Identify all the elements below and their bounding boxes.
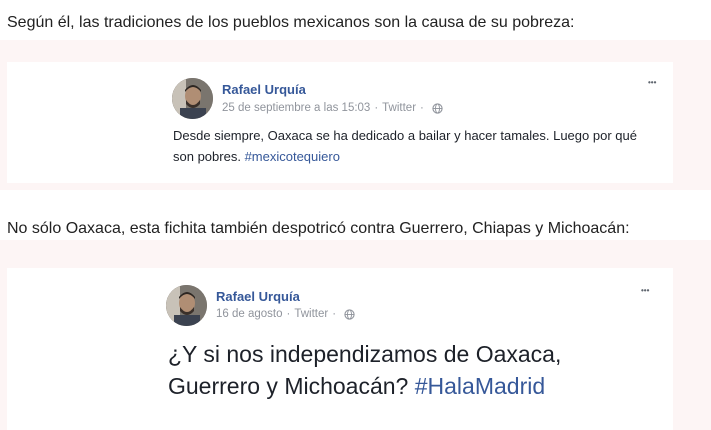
author-name[interactable]: Rafael Urquía [216,289,300,304]
meta-separator: · [332,308,337,320]
avatar-photo [172,78,213,119]
avatar[interactable] [172,78,213,119]
post-date[interactable]: 16 de agosto [216,308,283,320]
more-options-icon[interactable]: ••• [648,78,656,87]
post-card-2: Rafael Urquía 16 de agosto · Twitter · •… [7,268,673,430]
meta-separator: · [286,308,291,320]
meta-separator: · [374,102,379,114]
hashtag-link[interactable]: #mexicotequiero [245,149,340,164]
post-meta: 16 de agosto · Twitter · [216,308,355,320]
author-name[interactable]: Rafael Urquía [222,82,306,97]
post-card-1: Rafael Urquía 25 de septiembre a las 15:… [7,62,673,183]
post-meta: 25 de septiembre a las 15:03 · Twitter · [222,102,443,114]
more-options-icon[interactable]: ••• [641,286,649,295]
globe-icon [432,102,443,114]
avatar[interactable] [166,285,207,326]
caption-second: No sólo Oaxaca, esta fichita también des… [7,220,630,237]
hashtag-link[interactable]: #HalaMadrid [415,373,545,399]
post-source: Twitter [382,102,417,114]
post-date[interactable]: 25 de septiembre a las 15:03 [222,102,370,114]
meta-separator: · [420,102,424,114]
post-text: Desde siempre, Oaxaca se ha dedicado a b… [173,125,653,167]
post-text: ¿Y si nos independizamos de Oaxaca, Guer… [168,338,628,402]
post-source: Twitter [294,308,329,320]
avatar-photo [166,285,207,326]
globe-icon [344,308,355,320]
post-body: Desde siempre, Oaxaca se ha dedicado a b… [173,128,637,164]
caption-first: Según él, las tradiciones de los pueblos… [7,14,575,31]
